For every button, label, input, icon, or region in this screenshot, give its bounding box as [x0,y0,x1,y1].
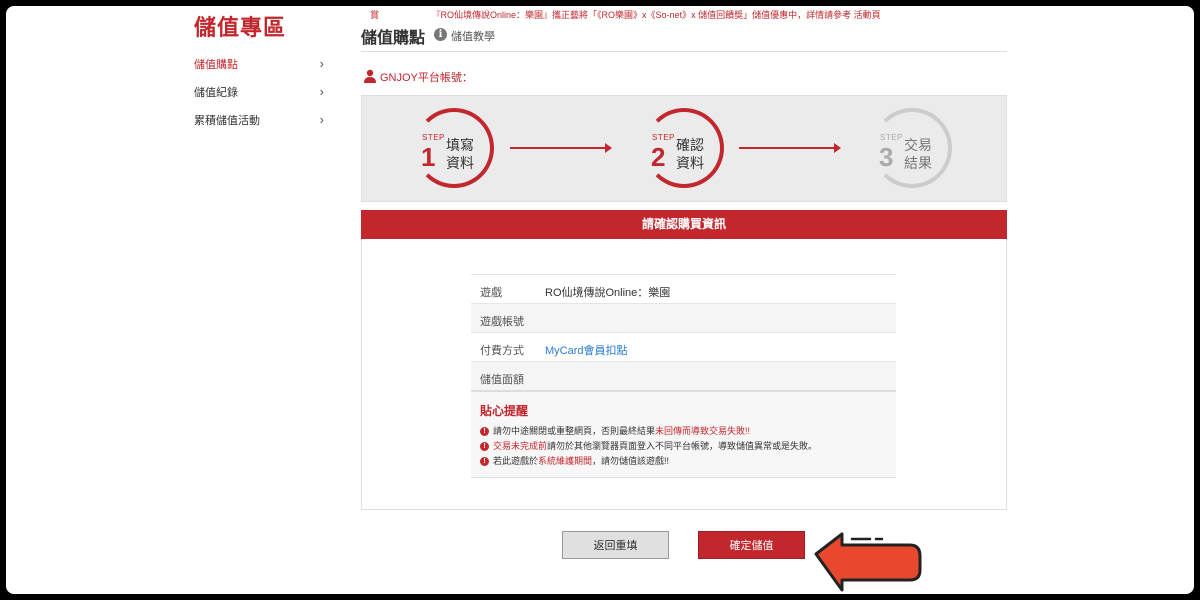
note-text: 請勿中途關閉或重整網頁，否則最終結果 [493,426,656,436]
info-icon[interactable]: i [434,28,447,41]
confirm-panel: 請確認購買資訊 遊戲 RO仙境傳說Online：樂園 遊戲帳號 付費方式 MyC… [361,210,1007,510]
note-text: 若此遊戲於 [493,456,539,466]
reminder-note: ! 請勿中途關閉或重整網頁，否則最終結果未回傳而導致交易失敗!! [480,424,750,437]
reminder-note: ! 交易未完成前請勿於其他瀏覽器頁面登入不同平台帳號，導致儲值異常或是失敗。 [480,439,817,452]
note-highlight: 交易未完成前 [493,441,548,451]
pointer-arrow-icon [814,532,922,592]
step-text-line: 確認 [676,137,704,153]
sidebar-item-purchase[interactable]: 儲值購點 › [194,56,324,76]
reminder-title: 貼心提醒 [480,404,529,418]
sidebar-item-cumulative[interactable]: 累積儲值活動 › [194,112,324,132]
step-arrow [510,143,612,153]
step-1: STEP 1 填寫 資料 [414,108,494,188]
sidebar-item-history[interactable]: 儲值紀錄 › [194,84,324,104]
step-3: STEP 3 交易 結果 [872,108,952,188]
table-row: 遊戲 RO仙境傳說Online：樂園 [471,274,896,303]
step-text-line: 交易 [904,137,932,153]
step-arrow [739,143,841,153]
chevron-right-icon: › [319,84,324,99]
chevron-right-icon: › [319,112,324,127]
back-button[interactable]: 返回重填 [562,531,669,559]
row-key: 付費方式 [480,345,524,357]
notice-text: 『RO仙境傳說Online：樂園』攜正藝將「《RO樂園》x《So-net》x 儲… [431,10,881,20]
confirm-button[interactable]: 確定儲值 [698,531,805,559]
tutorial-link[interactable]: 儲值教學 [451,28,495,44]
step-number: 3 [879,142,894,172]
row-key: 遊戲 [480,287,502,299]
screenshot-frame: 賞 『RO仙境傳說Online：樂園』攜正藝將「《RO樂園》x《So-net》x… [6,6,1194,594]
step-text: 交易 結果 [904,136,944,172]
row-key: 遊戲帳號 [480,316,524,328]
reminder-box: 貼心提醒 ! 請勿中途關閉或重整網頁，否則最終結果未回傳而導致交易失敗!! ! 交易… [471,390,896,478]
step-text-line: 資料 [676,155,704,171]
table-row: 儲值面額 [471,361,896,390]
alert-icon: ! [480,457,489,467]
notice-lead: 賞 [370,10,380,20]
steps-progress: STEP 1 填寫 資料 STEP 2 確認 資料 STEP 3 交易 結果 [361,95,1007,202]
step-label: STEP [422,133,445,142]
promo-notice: 賞 『RO仙境傳說Online：樂園』攜正藝將「《RO樂園》x《So-net》x… [370,8,930,21]
step-number: 2 [651,142,666,172]
sidebar-item-label: 累積儲值活動 [194,115,260,127]
step-text-line: 填寫 [446,137,474,153]
note-highlight: 未回傳而導致交易失敗!! [655,426,751,436]
reminder-note: ! 若此遊戲於系統維護期間，請勿儲值該遊戲!! [480,454,669,467]
step-text-line: 結果 [904,155,932,171]
chevron-right-icon: › [319,56,324,71]
alert-icon: ! [480,442,489,452]
step-label: STEP [880,133,903,142]
step-text: 確認 資料 [676,136,716,172]
table-row: 遊戲帳號 [471,303,896,332]
row-value: MyCard會員扣點 [545,345,628,357]
user-icon [364,69,376,83]
sidebar-item-label: 儲值紀錄 [194,87,238,99]
sidebar-item-label: 儲值購點 [194,59,238,71]
note-text: 請勿於其他瀏覽器頁面登入不同平台帳號，導致儲值異常或是失敗。 [547,441,818,451]
confirm-panel-header: 請確認購買資訊 [361,210,1007,239]
step-text-line: 資料 [446,155,474,171]
account-label: GNJOY平台帳號： [380,72,473,84]
row-key: 儲值面額 [480,374,524,386]
step-text: 填寫 資料 [446,136,486,172]
alert-icon: ! [480,427,489,437]
page-title: 儲值購點 [361,30,426,47]
purchase-info-table: 遊戲 RO仙境傳說Online：樂園 遊戲帳號 付費方式 MyCard會員扣點 … [471,274,896,478]
step-label: STEP [652,133,675,142]
header-divider [361,51,1007,52]
note-highlight: 系統維護期間 [538,456,593,466]
sidebar-title: 儲值專區 [194,15,287,40]
table-row: 付費方式 MyCard會員扣點 [471,332,896,361]
step-number: 1 [421,142,436,172]
row-value: RO仙境傳說Online：樂園 [545,287,671,299]
note-text: ，請勿儲值該遊戲!! [592,456,670,466]
step-2: STEP 2 確認 資料 [644,108,724,188]
